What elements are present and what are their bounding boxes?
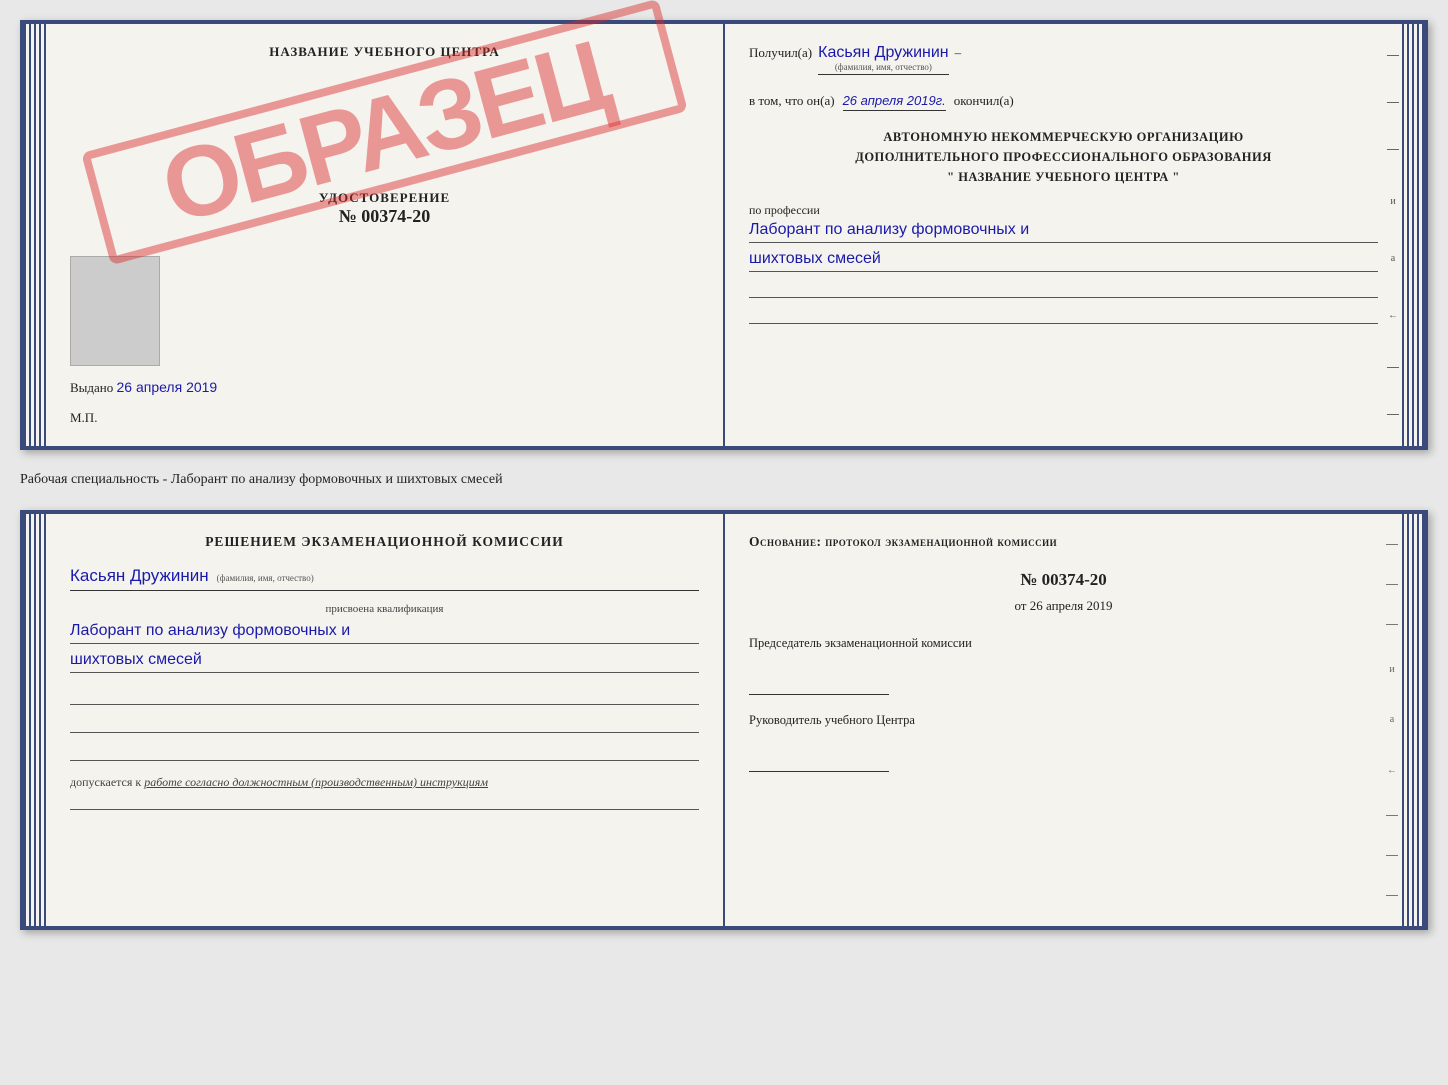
director-sign-line xyxy=(749,750,889,772)
vtom-line: в том, что он(а) 26 апреля 2019г. окончи… xyxy=(749,93,1378,111)
vtom-date: 26 апреля 2019г. xyxy=(843,93,946,111)
profession-line1: Лаборант по анализу формовочных и xyxy=(749,218,1378,243)
issued-date-handwritten: 26 апреля 2019 xyxy=(117,379,218,395)
right-margin-deco-bottom: и а ← xyxy=(1382,514,1402,926)
underline1 xyxy=(749,276,1378,298)
sign-line1 xyxy=(70,683,699,705)
допускается-text: работе согласно должностным (производств… xyxy=(144,775,488,789)
vtom-prefix: в том, что он(а) xyxy=(749,93,835,109)
org-line3: " НАЗВАНИЕ УЧЕБНОГО ЦЕНТРА " xyxy=(749,167,1378,187)
chairman-block: Председатель экзаменационной комиссии xyxy=(749,634,1378,695)
protocol-date-prefix: от xyxy=(1014,598,1026,613)
допускается-prefix: допускается к xyxy=(70,775,141,789)
protocol-date: от 26 апреля 2019 xyxy=(749,598,1378,614)
underline2 xyxy=(749,302,1378,324)
received-name: Касьян Дружинин (фамилия, имя, отчество) xyxy=(818,44,948,75)
sign-lines xyxy=(70,683,699,761)
cert-number: № 00374-20 xyxy=(70,206,699,227)
profession-line2: шихтовых смесей xyxy=(749,247,1378,272)
director-label: Руководитель учебного Центра xyxy=(749,711,1378,730)
qual-underline2: шихтовых смесей xyxy=(70,648,699,673)
qual-line2: шихтовых смесей xyxy=(70,648,699,672)
person-name-line: Касьян Дружинин (фамилия, имя, отчество) xyxy=(70,566,699,591)
chairman-sign-line xyxy=(749,673,889,695)
decision-title: Решением экзаменационной комиссии xyxy=(70,534,699,550)
bottom-left-panel: Решением экзаменационной комиссии Касьян… xyxy=(46,514,725,926)
sign-line3 xyxy=(70,739,699,761)
profession-label: по профессии xyxy=(749,203,1378,218)
допускается-underline xyxy=(70,790,699,810)
qual-line1: Лаборант по анализу формовочных и xyxy=(70,619,699,643)
cert-label: УДОСТОВЕРЕНИЕ xyxy=(70,190,699,206)
org-block: АВТОНОМНУЮ НЕКОММЕРЧЕСКУЮ ОРГАНИЗАЦИЮ ДО… xyxy=(749,127,1378,187)
spine-right-bottom xyxy=(1402,514,1424,926)
spine-left xyxy=(24,24,46,446)
cert-number-block: УДОСТОВЕРЕНИЕ № 00374-20 xyxy=(70,190,699,227)
mp-label: М.П. xyxy=(70,410,97,426)
top-left-panel: НАЗВАНИЕ УЧЕБНОГО ЦЕНТРА ОБРАЗЕЦ УДОСТОВ… xyxy=(46,24,725,446)
photo-placeholder xyxy=(70,256,160,366)
fio-label-bottom: (фамилия, имя, отчество) xyxy=(217,573,314,583)
qualification-label: присвоена квалификация xyxy=(70,603,699,615)
допускается-block: допускается к работе согласно должностны… xyxy=(70,775,699,790)
bottom-right-panel: Основание: протокол экзаменационной коми… xyxy=(725,514,1402,926)
issued-date-block: Выдано 26 апреля 2019 xyxy=(70,379,699,396)
protocol-number: № 00374-20 xyxy=(749,570,1378,590)
org-line1: АВТОНОМНУЮ НЕКОММЕРЧЕСКУЮ ОРГАНИЗАЦИЮ xyxy=(749,127,1378,147)
protocol-date-value: 26 апреля 2019 xyxy=(1030,598,1113,613)
bottom-document: Решением экзаменационной комиссии Касьян… xyxy=(20,510,1428,930)
okончил: окончил(а) xyxy=(954,93,1014,109)
right-margin-deco: и а ← xyxy=(1384,24,1402,446)
sign-line2 xyxy=(70,711,699,733)
director-block: Руководитель учебного Центра xyxy=(749,711,1378,772)
received-line: Получил(а) Касьян Дружинин (фамилия, имя… xyxy=(749,44,1378,75)
issued-prefix: Выдано xyxy=(70,380,113,395)
profession-block: по профессии Лаборант по анализу формово… xyxy=(749,203,1378,324)
osnovanye-title: Основание: протокол экзаменационной коми… xyxy=(749,534,1378,550)
top-document: НАЗВАНИЕ УЧЕБНОГО ЦЕНТРА ОБРАЗЕЦ УДОСТОВ… xyxy=(20,20,1428,450)
chairman-label: Председатель экзаменационной комиссии xyxy=(749,634,1378,653)
org-line2: ДОПОЛНИТЕЛЬНОГО ПРОФЕССИОНАЛЬНОГО ОБРАЗО… xyxy=(749,147,1378,167)
top-right-panel: Получил(а) Касьян Дружинин (фамилия, имя… xyxy=(725,24,1402,446)
top-cert-title: НАЗВАНИЕ УЧЕБНОГО ЦЕНТРА xyxy=(70,44,699,60)
fio-label: (фамилия, имя, отчество) xyxy=(818,62,948,72)
spine-left-bottom xyxy=(24,514,46,926)
received-prefix: Получил(а) xyxy=(749,45,812,61)
qual-underline1: Лаборант по анализу формовочных и xyxy=(70,619,699,644)
person-name: Касьян Дружинин xyxy=(70,566,209,586)
spine-right xyxy=(1402,24,1424,446)
between-docs-label: Рабочая специальность - Лаборант по анал… xyxy=(20,468,1428,492)
